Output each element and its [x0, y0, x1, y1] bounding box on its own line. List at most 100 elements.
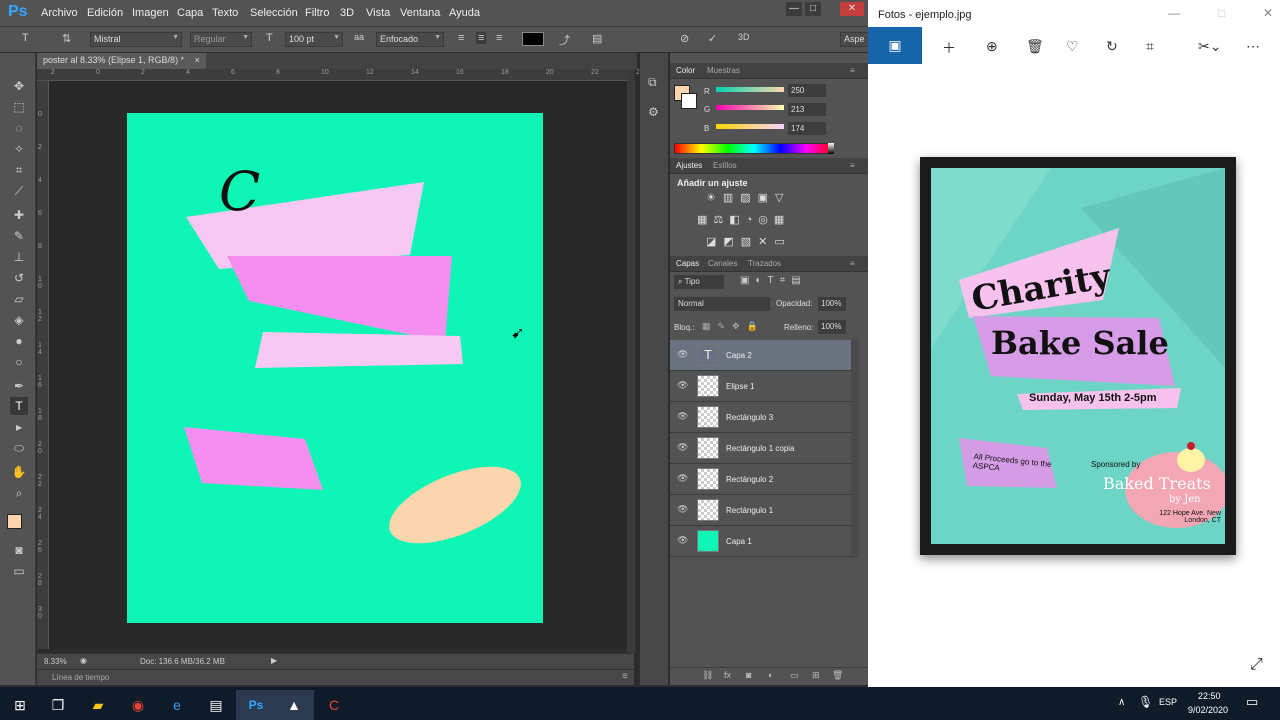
tab-adjustments[interactable]: Ajustes: [676, 161, 702, 170]
close-button[interactable]: ✕: [840, 2, 864, 16]
paint-bucket-tool-icon[interactable]: ◈: [10, 311, 28, 329]
text-tool-icon[interactable]: T: [22, 32, 29, 44]
screen-mode-icon[interactable]: ▭: [10, 562, 28, 580]
opacity-input[interactable]: 100%: [818, 297, 846, 311]
character-panel-icon[interactable]: ▤: [592, 32, 602, 45]
layer-row-rectangulo-3[interactable]: 👁 Rectángulo 3: [670, 402, 851, 433]
adjustments-row-1[interactable]: ☀▥▨▣▽: [706, 191, 836, 204]
font-style-select[interactable]: Regular ▼: [190, 32, 252, 47]
vertical-scrollbar[interactable]: [627, 69, 635, 653]
lasso-tool-icon[interactable]: ◌: [10, 119, 28, 137]
color-spectrum-bw[interactable]: [828, 143, 834, 154]
eye-icon[interactable]: 👁: [677, 380, 688, 391]
eyedropper-tool-icon[interactable]: ⟋: [10, 182, 28, 200]
maximize-button[interactable]: □: [805, 2, 821, 16]
quick-mask-icon[interactable]: ◙: [10, 541, 28, 559]
brush-tool-icon[interactable]: ✎: [10, 227, 28, 245]
menu-texto[interactable]: Texto: [212, 7, 238, 19]
photos-minimize-button[interactable]: —: [1168, 6, 1180, 20]
tab-paths[interactable]: Trazados: [748, 259, 781, 268]
fx-icon[interactable]: fx: [724, 670, 731, 680]
photoshop-icon[interactable]: Ps: [236, 690, 276, 720]
type-tool-icon[interactable]: T: [10, 397, 28, 415]
font-family-select[interactable]: Mistral ▼: [90, 32, 182, 47]
task-view-icon[interactable]: ❐: [38, 690, 78, 720]
photos-maximize-button[interactable]: □: [1218, 6, 1225, 20]
move-tool-icon[interactable]: ✥: [10, 77, 28, 95]
add-icon[interactable]: ＋: [942, 38, 956, 58]
edge-icon[interactable]: e: [157, 690, 197, 720]
text-color-swatch[interactable]: [522, 32, 544, 46]
align-center-icon[interactable]: ≡: [476, 32, 487, 44]
trash-icon[interactable]: 🗑: [832, 670, 843, 681]
tab-channels[interactable]: Canales: [708, 259, 737, 268]
cancel-icon[interactable]: ⊘: [680, 32, 689, 45]
layer-row-rectangulo-1[interactable]: 👁 Rectángulo 1: [670, 495, 851, 526]
image-icon[interactable]: ▣: [868, 27, 922, 64]
adjustments-row-3[interactable]: ◪◩▧✕▭: [706, 235, 836, 248]
eraser-tool-icon[interactable]: ▱: [10, 290, 28, 308]
more-icon[interactable]: ⋯: [1246, 38, 1260, 55]
eye-icon[interactable]: 👁: [677, 473, 688, 484]
panel-menu-icon[interactable]: ≡: [850, 66, 855, 75]
tab-styles[interactable]: Estilos: [713, 161, 737, 170]
color-background-swatch[interactable]: [681, 93, 697, 109]
healing-tool-icon[interactable]: ✚: [10, 206, 28, 224]
document-canvas[interactable]: C: [127, 113, 543, 623]
foreground-color-swatch[interactable]: [7, 514, 22, 529]
eye-icon[interactable]: 👁: [677, 535, 688, 546]
timeline-label[interactable]: Línea de tiempo: [52, 673, 109, 682]
rotate-icon[interactable]: ↻: [1106, 38, 1118, 55]
blend-mode-select[interactable]: Normal: [674, 297, 770, 311]
fill-input[interactable]: 100%: [818, 320, 846, 334]
adjustment-icon[interactable]: ◐: [768, 670, 773, 680]
layer-filter-icons[interactable]: ▣◐T⌗▤: [740, 275, 807, 286]
workspace-select[interactable]: Aspe: [840, 32, 868, 47]
channel-g-slider[interactable]: [716, 105, 784, 110]
photos-icon[interactable]: ▲: [274, 690, 314, 720]
delete-icon[interactable]: 🗑: [1026, 38, 1044, 55]
media-icon[interactable]: ▤: [196, 690, 236, 720]
canvas-area[interactable]: C ➹: [49, 81, 634, 649]
menu-imagen[interactable]: Imagen: [132, 7, 169, 19]
menu-edicion[interactable]: Edición: [87, 7, 123, 19]
photos-close-button[interactable]: ✕: [1263, 6, 1273, 20]
adjustments-row-2[interactable]: ▦⚖◧◔◎▦: [697, 213, 837, 226]
clock-date[interactable]: 9/02/2020: [1188, 705, 1228, 715]
pen-tool-icon[interactable]: ✒: [10, 377, 28, 395]
align-left-icon[interactable]: ≡: [458, 32, 464, 44]
channel-r-input[interactable]: 250: [788, 84, 826, 97]
channel-r-slider[interactable]: [716, 87, 784, 92]
ccleaner-icon[interactable]: C: [314, 690, 354, 720]
commit-icon[interactable]: ✓: [708, 32, 717, 45]
panel-menu-icon[interactable]: ≡: [622, 671, 628, 682]
layer-row-capa-1[interactable]: 👁 Capa 1: [670, 526, 851, 557]
zoom-icon[interactable]: ⊕: [986, 38, 998, 55]
channel-b-input[interactable]: 174: [788, 122, 826, 135]
panel-menu-icon[interactable]: ≡: [850, 161, 855, 170]
layer-row-elipse-1[interactable]: 👁 Elipse 1: [670, 371, 851, 402]
font-size-select[interactable]: 100 pt ▼: [285, 32, 343, 47]
properties-panel-icon[interactable]: ⚙: [648, 105, 659, 119]
path-selection-tool-icon[interactable]: ▸: [10, 418, 28, 436]
lock-icons[interactable]: ▦✎✥🔒: [702, 321, 765, 332]
antialias-select[interactable]: Enfocado ▼: [376, 32, 444, 47]
status-icon[interactable]: ◉: [80, 656, 87, 665]
layer-row-capa-2[interactable]: 👁 T Capa 2: [670, 340, 851, 371]
menu-ventana[interactable]: Ventana: [400, 7, 440, 19]
file-explorer-icon[interactable]: ▰: [78, 690, 118, 720]
tab-color[interactable]: Color: [676, 66, 695, 75]
crop-tool-icon[interactable]: ⌗: [10, 161, 28, 179]
menu-seleccion[interactable]: Selección: [250, 7, 298, 19]
blur-tool-icon[interactable]: ●: [10, 332, 28, 350]
layer-row-rectangulo-2[interactable]: 👁 Rectángulo 2: [670, 464, 851, 495]
channel-b-slider[interactable]: [716, 124, 784, 129]
microphone-icon[interactable]: 🎙: [1138, 695, 1153, 709]
heart-icon[interactable]: ♡: [1066, 38, 1079, 55]
close-tab-icon[interactable]: ×: [195, 55, 200, 65]
clock-time[interactable]: 22:50: [1198, 691, 1221, 701]
layers-scrollbar[interactable]: [851, 340, 859, 558]
hand-tool-icon[interactable]: ✋: [10, 463, 28, 481]
panel-menu-icon[interactable]: ≡: [850, 259, 855, 268]
3d-icon[interactable]: 3D: [738, 32, 750, 42]
